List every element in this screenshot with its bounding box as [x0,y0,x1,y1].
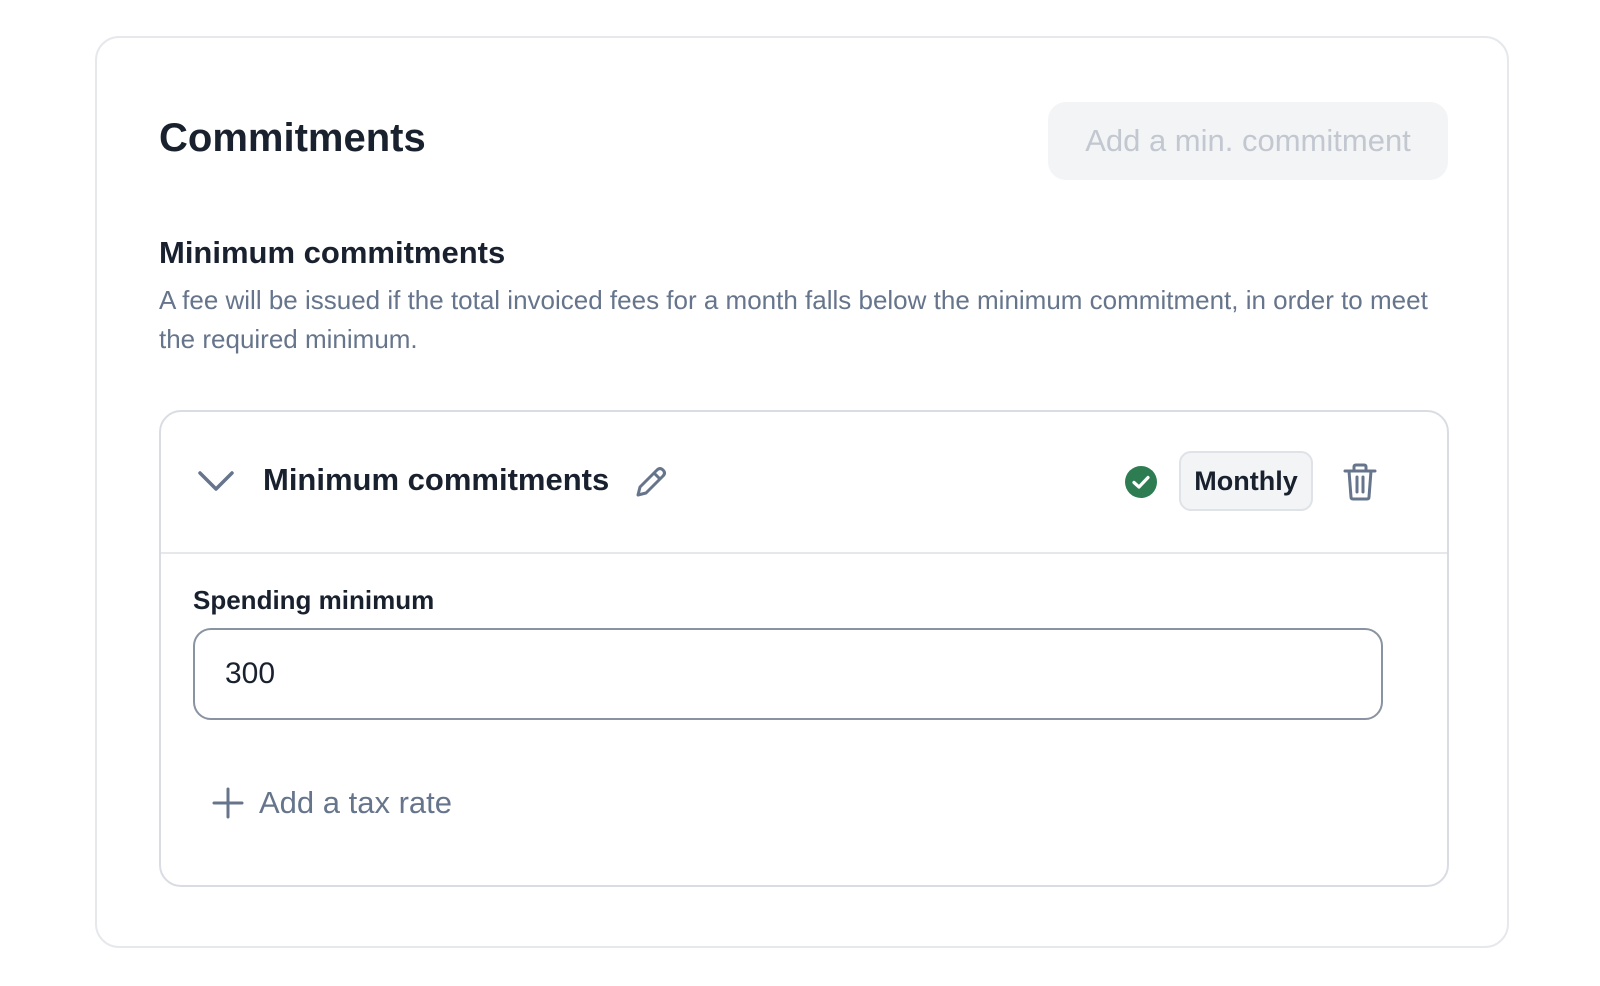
section-title: Minimum commitments [159,235,506,270]
add-tax-rate-label: Add a tax rate [259,785,453,820]
spending-minimum-label: Spending minimum [193,585,435,615]
trash-icon[interactable] [1342,463,1378,501]
commitments-card: Commitments Add a min. commitment Minimu… [95,36,1509,948]
add-tax-rate-button[interactable]: Add a tax rate [211,776,452,830]
card-title: Commitments [159,116,426,160]
section-description: A fee will be issued if the total invoic… [159,285,1428,354]
minimum-commitment-panel: Minimum commitments Monthly Spending min… [159,410,1449,887]
add-min-commitment-button[interactable]: Add a min. commitment [1048,102,1448,180]
check-circle-icon [1125,466,1157,498]
pencil-icon[interactable] [633,464,669,500]
spending-minimum-input[interactable] [193,628,1383,720]
panel-header: Minimum commitments Monthly [161,412,1447,554]
plus-icon [212,787,244,819]
chevron-down-icon[interactable] [197,466,235,496]
commitment-title: Minimum commitments [263,462,610,497]
interval-badge: Monthly [1179,451,1313,511]
